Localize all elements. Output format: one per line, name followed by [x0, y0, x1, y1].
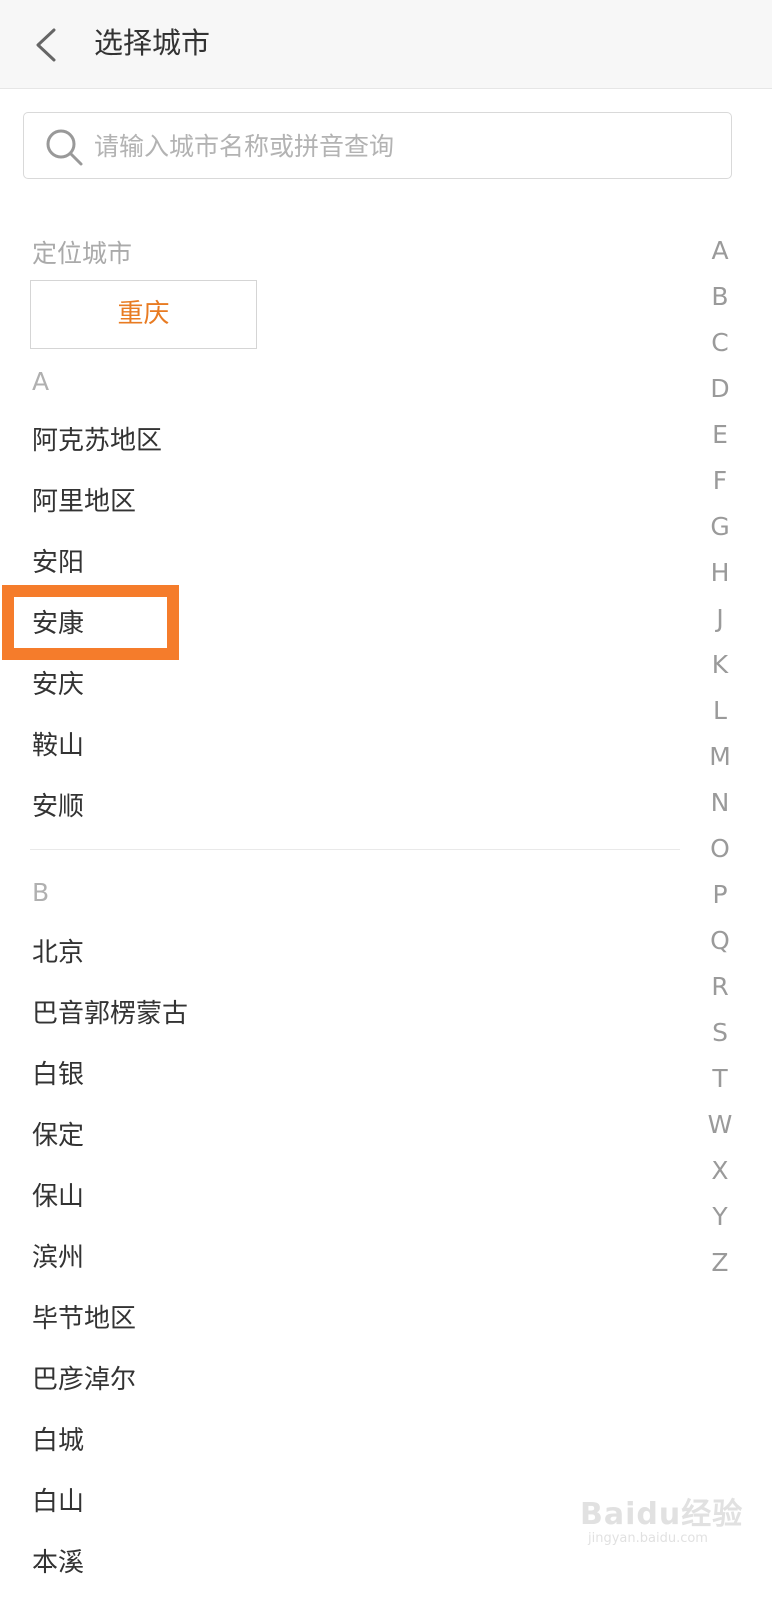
- index-letter-p[interactable]: P: [700, 872, 740, 918]
- section-header-b: B: [32, 878, 50, 907]
- index-letter-e[interactable]: E: [700, 412, 740, 458]
- index-letter-h[interactable]: H: [700, 550, 740, 596]
- index-letter-d[interactable]: D: [700, 366, 740, 412]
- city-item[interactable]: 白银: [32, 1050, 672, 1100]
- city-item[interactable]: 安庆: [32, 660, 672, 710]
- top-bar: 选择城市: [0, 0, 772, 89]
- city-item[interactable]: 保定: [32, 1111, 672, 1161]
- index-letter-b[interactable]: B: [700, 274, 740, 320]
- city-item[interactable]: 巴彦淖尔: [32, 1355, 672, 1405]
- city-item[interactable]: 保山: [32, 1172, 672, 1222]
- city-item[interactable]: 巴音郭楞蒙古: [32, 989, 672, 1039]
- section-divider: [30, 849, 680, 850]
- search-box[interactable]: [23, 112, 732, 179]
- index-letter-z[interactable]: Z: [700, 1240, 740, 1286]
- city-item[interactable]: 安阳: [32, 538, 672, 588]
- city-item[interactable]: 本溪: [32, 1538, 672, 1588]
- index-letter-f[interactable]: F: [700, 458, 740, 504]
- page-title: 选择城市: [94, 26, 211, 60]
- index-letter-w[interactable]: W: [700, 1102, 740, 1148]
- city-item[interactable]: 阿里地区: [32, 477, 672, 527]
- index-letter-s[interactable]: S: [700, 1010, 740, 1056]
- back-button[interactable]: [22, 14, 74, 74]
- index-letter-k[interactable]: K: [700, 642, 740, 688]
- index-letter-y[interactable]: Y: [700, 1194, 740, 1240]
- located-city-button[interactable]: 重庆: [30, 280, 257, 349]
- located-city-label: 定位城市: [32, 239, 133, 268]
- chevron-left-icon: [36, 28, 56, 62]
- index-letter-x[interactable]: X: [700, 1148, 740, 1194]
- city-item[interactable]: 滨州: [32, 1233, 672, 1283]
- baidu-jingyan-watermark: Baidu经验 jingyan.baidu.com: [580, 1483, 750, 1563]
- city-item[interactable]: 白山: [32, 1477, 672, 1527]
- city-item[interactable]: 北京: [32, 928, 672, 978]
- index-letter-n[interactable]: N: [700, 780, 740, 826]
- index-letter-g[interactable]: G: [700, 504, 740, 550]
- index-letter-q[interactable]: Q: [700, 918, 740, 964]
- search-icon: [46, 129, 83, 166]
- watermark-url: jingyan.baidu.com: [588, 1531, 708, 1546]
- city-item[interactable]: 白城: [32, 1416, 672, 1466]
- search-input[interactable]: [94, 125, 714, 167]
- index-letter-m[interactable]: M: [700, 734, 740, 780]
- index-letter-l[interactable]: L: [700, 688, 740, 734]
- index-letter-t[interactable]: T: [700, 1056, 740, 1102]
- index-letter-c[interactable]: C: [700, 320, 740, 366]
- city-item-highlighted[interactable]: 安康: [32, 599, 672, 649]
- index-letter-a[interactable]: A: [700, 228, 740, 274]
- watermark-text: Baidu经验: [580, 1497, 744, 1532]
- section-header-a: A: [32, 367, 50, 396]
- index-letter-j[interactable]: J: [700, 596, 740, 642]
- city-item[interactable]: 阿克苏地区: [32, 416, 672, 466]
- city-item[interactable]: 安顺: [32, 782, 672, 832]
- index-letter-r[interactable]: R: [700, 964, 740, 1010]
- city-item[interactable]: 鞍山: [32, 721, 672, 771]
- index-letter-o[interactable]: O: [700, 826, 740, 872]
- city-item[interactable]: 毕节地区: [32, 1294, 672, 1344]
